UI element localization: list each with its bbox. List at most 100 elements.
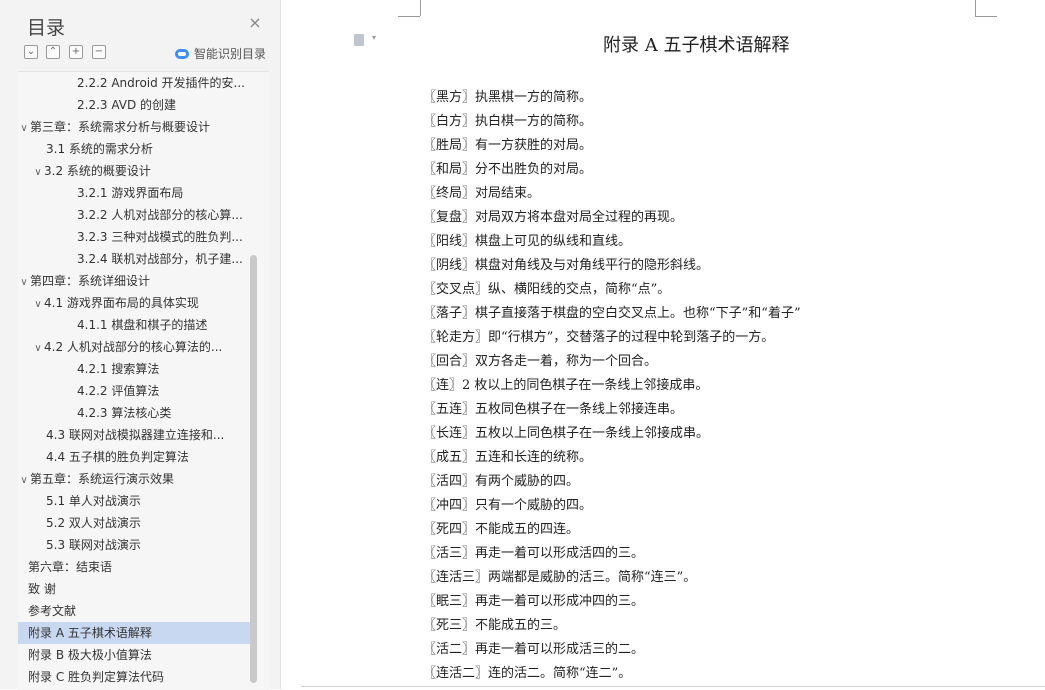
term-definition: 〖阴线〗棋盘对角线及与对角线平行的隐形斜线。 bbox=[423, 258, 710, 273]
crop-mark bbox=[398, 16, 420, 17]
toc-item-label: 致 谢 bbox=[28, 582, 56, 596]
toc-item[interactable]: ∨ 第三章：系统需求分析与概要设计 bbox=[18, 116, 250, 138]
chevron-down-icon[interactable]: ∨ bbox=[32, 338, 44, 358]
toc-item[interactable]: 4.1.1 棋盘和棋子的描述 bbox=[18, 314, 250, 336]
toc-item[interactable]: 5.3 联网对战演示 bbox=[18, 534, 250, 556]
toc-item-label: 4.4 五子棋的胜负判定算法 bbox=[46, 450, 189, 464]
toc-item[interactable]: 4.2.3 算法核心类 bbox=[18, 402, 250, 424]
page-bottom-divider bbox=[301, 686, 1045, 687]
toc-scrollbar[interactable] bbox=[250, 255, 257, 683]
toc-item[interactable]: 3.2.1 游戏界面布局 bbox=[18, 182, 250, 204]
term-definition: 〖死三〗不能成五的三。 bbox=[423, 618, 567, 633]
remove-level-icon[interactable]: − bbox=[92, 45, 106, 59]
term-definition: 〖长连〗五枚以上同色棋子在一条线上邻接成串。 bbox=[423, 426, 710, 441]
toc-item[interactable]: 附录 A 五子棋术语解释 bbox=[18, 622, 250, 644]
toc-item-label: 4.1.1 棋盘和棋子的描述 bbox=[77, 318, 208, 332]
toc-item[interactable]: 附录 B 极大极小值算法 bbox=[18, 644, 250, 666]
toc-item-label: 附录 A 五子棋术语解释 bbox=[28, 626, 152, 640]
chevron-down-icon[interactable]: ∨ bbox=[32, 294, 44, 314]
toc-item-label: 3.2 系统的概要设计 bbox=[44, 164, 151, 178]
close-icon[interactable]: × bbox=[248, 15, 262, 31]
term-definition: 〖死四〗不能成五的四连。 bbox=[423, 522, 580, 537]
toc-item-label: 3.2.3 三种对战模式的胜负判... bbox=[77, 230, 243, 244]
smart-toc-button[interactable]: 智能识别目录 bbox=[175, 45, 266, 62]
toc-item-label: 3.1 系统的需求分析 bbox=[46, 142, 153, 156]
toc-title: 目录 bbox=[27, 17, 66, 39]
term-definition: 〖交叉点〗纵、横阳线的交点，简称“点”。 bbox=[423, 282, 671, 297]
toc-item[interactable]: 2.2.2 Android 开发插件的安... bbox=[18, 72, 250, 94]
term-definition: 〖连〗2 枚以上的同色棋子在一条线上邻接成串。 bbox=[423, 378, 709, 393]
term-definition: 〖成五〗五连和长连的统称。 bbox=[423, 450, 593, 465]
term-definition: 〖五连〗五枚同色棋子在一条线上邻接连串。 bbox=[423, 402, 684, 417]
term-definition: 〖连活三〗两端都是威胁的活三。简称“连三”。 bbox=[423, 570, 697, 585]
toc-item-label: 第三章：系统需求分析与概要设计 bbox=[30, 120, 211, 134]
toc-item-label: 参考文献 bbox=[28, 604, 77, 618]
term-definition: 〖回合〗双方各走一着，称为一个回合。 bbox=[423, 354, 658, 369]
chevron-down-icon[interactable]: ∨ bbox=[18, 470, 30, 490]
toc-item[interactable]: 4.2.2 评值算法 bbox=[18, 380, 250, 402]
term-definition: 〖活三〗再走一着可以形成活四的三。 bbox=[423, 546, 645, 561]
chevron-down-icon[interactable]: ∨ bbox=[32, 162, 44, 182]
term-definition: 〖终局〗对局结束。 bbox=[423, 186, 541, 201]
toc-list: 2.2.2 Android 开发插件的安... 2.2.3 AVD 的创建 ∨ 第三章… bbox=[18, 71, 269, 690]
toc-item-label: 4.3 联网对战模拟器建立连接和... bbox=[46, 428, 225, 442]
toc-item-label: 3.2.1 游戏界面布局 bbox=[77, 186, 184, 200]
toc-item-label: 5.2 双人对战演示 bbox=[46, 516, 141, 530]
term-definition: 〖冲四〗只有一个威胁的四。 bbox=[423, 498, 593, 513]
toc-item[interactable]: 3.2.2 人机对战部分的核心算... bbox=[18, 204, 250, 226]
toc-item-label: 3.2.4 联机对战部分，机子建... bbox=[77, 252, 243, 266]
term-definition: 〖阳线〗棋盘上可见的纵线和直线。 bbox=[423, 234, 632, 249]
term-definition: 〖活四〗有两个威胁的四。 bbox=[423, 474, 580, 489]
toc-item-label: 4.2.2 评值算法 bbox=[77, 384, 160, 398]
page-icon[interactable] bbox=[354, 34, 364, 46]
toc-item[interactable]: 2.2.3 AVD 的创建 bbox=[18, 94, 250, 116]
toc-item-label: 5.1 单人对战演示 bbox=[46, 494, 141, 508]
toc-item-label: 3.2.2 人机对战部分的核心算... bbox=[77, 208, 243, 222]
chevron-down-icon[interactable]: ▾ bbox=[372, 33, 376, 42]
expand-up-icon[interactable]: ⌃ bbox=[46, 45, 60, 59]
term-definition: 〖和局〗分不出胜负的对局。 bbox=[423, 162, 593, 177]
toc-item-label: 2.2.3 AVD 的创建 bbox=[77, 98, 177, 112]
toc-item[interactable]: 4.3 联网对战模拟器建立连接和... bbox=[18, 424, 250, 446]
term-definition: 〖活二〗再走一着可以形成活三的二。 bbox=[423, 642, 645, 657]
crop-mark bbox=[420, 0, 421, 16]
chevron-down-icon[interactable]: ∨ bbox=[18, 118, 30, 138]
toc-item[interactable]: 5.1 单人对战演示 bbox=[18, 490, 250, 512]
toc-item-label: 第六章：结束语 bbox=[28, 560, 113, 574]
toc-item-label: 第五章：系统运行演示效果 bbox=[30, 472, 175, 486]
toc-item[interactable]: ∨ 3.2 系统的概要设计 bbox=[18, 160, 250, 182]
toc-item[interactable]: ∨ 第五章：系统运行演示效果 bbox=[18, 468, 250, 490]
toc-item[interactable]: 5.2 双人对战演示 bbox=[18, 512, 250, 534]
toc-item[interactable]: ∨ 4.2 人机对战部分的核心算法的... bbox=[18, 336, 250, 358]
term-definition: 〖白方〗执白棋一方的简称。 bbox=[423, 114, 593, 129]
toc-item[interactable]: 3.2.3 三种对战模式的胜负判... bbox=[18, 226, 250, 248]
term-definition: 〖胜局〗有一方获胜的对局。 bbox=[423, 138, 593, 153]
crop-mark bbox=[975, 0, 976, 16]
toc-item[interactable]: 参考文献 bbox=[18, 600, 250, 622]
document-area: ▾ 附录 A 五子棋术语解释 〖黑方〗执黑棋一方的简称。 〖白方〗执白棋一方的简称… bbox=[281, 0, 1045, 689]
collapse-all-icon[interactable]: ⌄ bbox=[24, 45, 38, 59]
smart-toc-label: 智能识别目录 bbox=[194, 47, 267, 61]
chevron-down-icon[interactable]: ∨ bbox=[18, 272, 30, 292]
term-definition: 〖落子〗棋子直接落于棋盘的空白交叉点上。也称“下子”和“着子” bbox=[423, 306, 801, 321]
toc-item-label: 4.2.3 算法核心类 bbox=[77, 406, 172, 420]
toc-item[interactable]: 4.4 五子棋的胜负判定算法 bbox=[18, 446, 250, 468]
toc-item-label: 附录 B 极大极小值算法 bbox=[28, 648, 152, 662]
toc-item[interactable]: 3.1 系统的需求分析 bbox=[18, 138, 250, 160]
toc-item-label: 4.2 人机对战部分的核心算法的... bbox=[44, 340, 223, 354]
term-definition: 〖复盘〗对局双方将本盘对局全过程的再现。 bbox=[423, 210, 684, 225]
toc-item-label: 4.2.1 搜索算法 bbox=[77, 362, 160, 376]
toc-item[interactable]: ∨ 4.1 游戏界面布局的具体实现 bbox=[18, 292, 250, 314]
toc-item[interactable]: 第六章：结束语 bbox=[18, 556, 250, 578]
cloud-icon bbox=[175, 48, 189, 59]
add-level-icon[interactable]: + bbox=[69, 45, 83, 59]
toc-item[interactable]: ∨ 第四章：系统详细设计 bbox=[18, 270, 250, 292]
toc-pane: 目录 × ⌄ ⌃ + − 智能识别目录 2.2.2 Android 开发插件的安… bbox=[0, 0, 281, 690]
toc-item[interactable]: 4.2.1 搜索算法 bbox=[18, 358, 250, 380]
toc-item[interactable]: 附录 C 胜负判定算法代码 bbox=[18, 666, 250, 688]
toc-item-label: 附录 C 胜负判定算法代码 bbox=[28, 670, 165, 684]
toc-item-label: 2.2.2 Android 开发插件的安... bbox=[77, 76, 246, 90]
term-definition: 〖眠三〗再走一着可以形成冲四的三。 bbox=[423, 594, 645, 609]
toc-item[interactable]: 3.2.4 联机对战部分，机子建... bbox=[18, 248, 250, 270]
toc-item[interactable]: 致 谢 bbox=[18, 578, 250, 600]
